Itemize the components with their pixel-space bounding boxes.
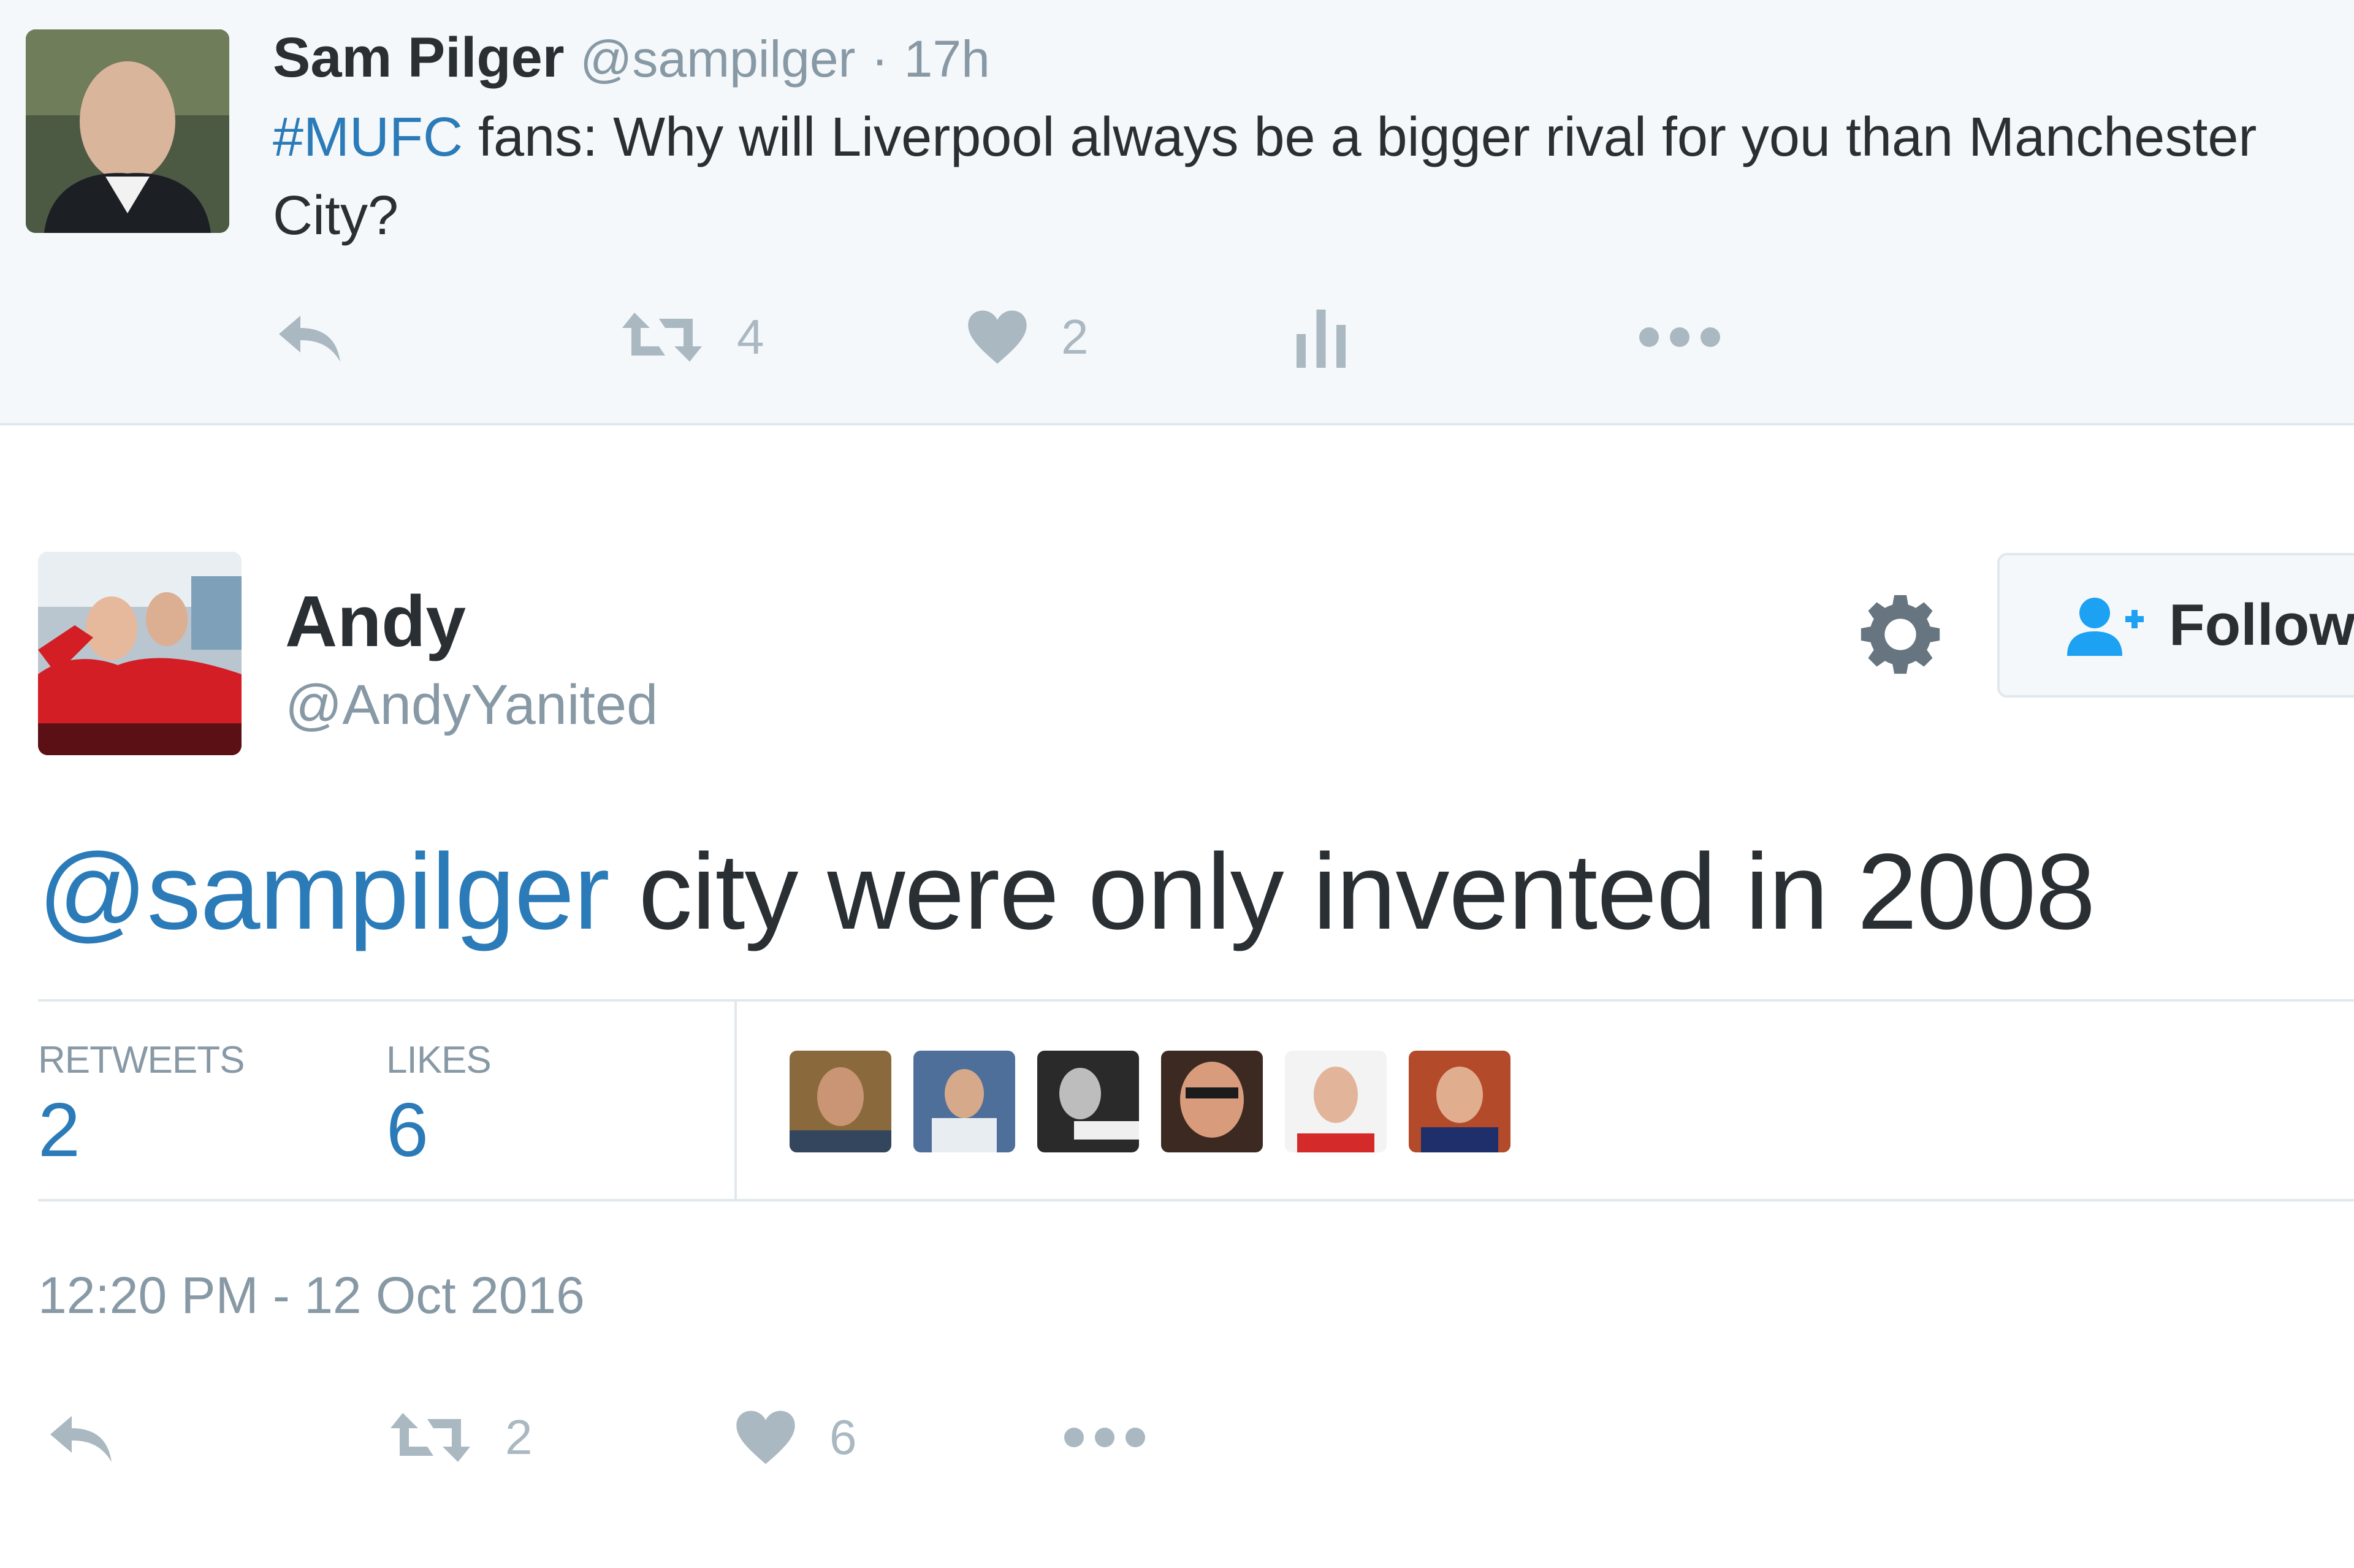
more-button[interactable] xyxy=(1062,1401,1148,1474)
mention-link[interactable]: @sampilger xyxy=(38,832,610,952)
like-button[interactable]: 6 xyxy=(734,1401,857,1474)
main-actions-bar: 2 6 xyxy=(38,1401,1264,1474)
main-author-handle[interactable]: @AndyYanited xyxy=(285,668,658,742)
parent-text-line2: City? xyxy=(273,185,399,246)
more-icon xyxy=(1639,327,1720,347)
parent-tweet-text: #MUFC fans: Why will Liverpool always be… xyxy=(273,98,2354,255)
parent-timestamp[interactable]: 17h xyxy=(904,30,990,88)
likes-value[interactable]: 6 xyxy=(386,1087,429,1173)
avatar-photo-icon xyxy=(913,1051,1015,1152)
avatar-photo-icon xyxy=(1409,1051,1510,1152)
liker-avatar[interactable] xyxy=(913,1051,1015,1152)
follow-button-label: Follow xyxy=(2169,592,2354,658)
liker-avatar[interactable] xyxy=(1285,1051,1387,1152)
retweets-label[interactable]: RETWEETS xyxy=(38,1038,245,1082)
gear-icon xyxy=(1861,595,1940,674)
retweet-button[interactable]: 2 xyxy=(387,1401,533,1474)
liker-avatar[interactable] xyxy=(1161,1051,1263,1152)
likes-label[interactable]: LIKES xyxy=(386,1038,492,1082)
avatar-photo-icon xyxy=(1037,1051,1139,1152)
reply-icon xyxy=(50,1416,112,1462)
main-avatar[interactable] xyxy=(38,552,242,755)
tweet-stats: RETWEETS 2 LIKES 6 xyxy=(38,999,2354,1201)
parent-actions-bar: 4 2 xyxy=(273,300,1805,374)
parent-like-count: 2 xyxy=(1061,310,1089,364)
parent-avatar[interactable] xyxy=(26,29,229,233)
avatar-photo-icon xyxy=(1285,1051,1387,1152)
reply-button[interactable] xyxy=(44,1401,118,1474)
retweet-icon xyxy=(622,313,702,362)
avatar-photo-icon xyxy=(790,1051,891,1152)
heart-icon xyxy=(968,310,1027,364)
parent-text-line1: fans: Why will Liverpool always be a big… xyxy=(463,107,2257,168)
reply-icon xyxy=(279,316,340,362)
avatar-photo-icon xyxy=(1161,1051,1263,1152)
liker-avatar[interactable] xyxy=(1409,1051,1510,1152)
more-icon xyxy=(1064,1428,1145,1447)
parent-retweet-count: 4 xyxy=(737,310,764,364)
main-tweet-text: @sampilger city were only invented in 20… xyxy=(38,828,2095,956)
like-count: 6 xyxy=(829,1410,857,1464)
follow-button[interactable]: Follow xyxy=(1997,553,2354,698)
avatar-photo-icon xyxy=(26,29,229,233)
parent-more-button[interactable] xyxy=(1637,300,1723,374)
parent-author-name[interactable]: Sam Pilger xyxy=(273,26,565,89)
retweets-value[interactable]: 2 xyxy=(38,1087,80,1173)
avatar-photo-icon xyxy=(38,552,242,755)
liker-avatar[interactable] xyxy=(790,1051,891,1152)
parent-reply-button[interactable] xyxy=(273,300,346,374)
retweet-count: 2 xyxy=(505,1410,533,1464)
stats-divider xyxy=(734,1002,737,1199)
parent-tweet[interactable]: Sam Pilger @sampilger · 17h #MUFC fans: … xyxy=(0,0,2354,425)
main-text-body: city were only invented in 2008 xyxy=(609,832,2096,952)
parent-analytics-button[interactable] xyxy=(1293,300,1349,374)
parent-retweet-button[interactable]: 4 xyxy=(619,300,764,374)
liker-avatar[interactable] xyxy=(1037,1051,1139,1152)
parent-like-button[interactable]: 2 xyxy=(966,300,1089,374)
retweet-icon xyxy=(390,1413,470,1462)
heart-icon xyxy=(736,1410,795,1464)
main-author-name[interactable]: Andy xyxy=(285,579,466,664)
parent-separator: · xyxy=(871,30,889,88)
analytics-icon xyxy=(1297,310,1346,368)
parent-header: Sam Pilger @sampilger · 17h xyxy=(273,21,990,96)
follow-person-icon xyxy=(2067,598,2144,656)
settings-button[interactable] xyxy=(1857,592,1943,677)
parent-author-handle[interactable]: @sampilger xyxy=(580,30,855,88)
hashtag-link[interactable]: #MUFC xyxy=(273,107,463,168)
tweet-page: Sam Pilger @sampilger · 17h #MUFC fans: … xyxy=(0,0,2354,1568)
tweet-timestamp: 12:20 PM - 12 Oct 2016 xyxy=(38,1266,585,1324)
